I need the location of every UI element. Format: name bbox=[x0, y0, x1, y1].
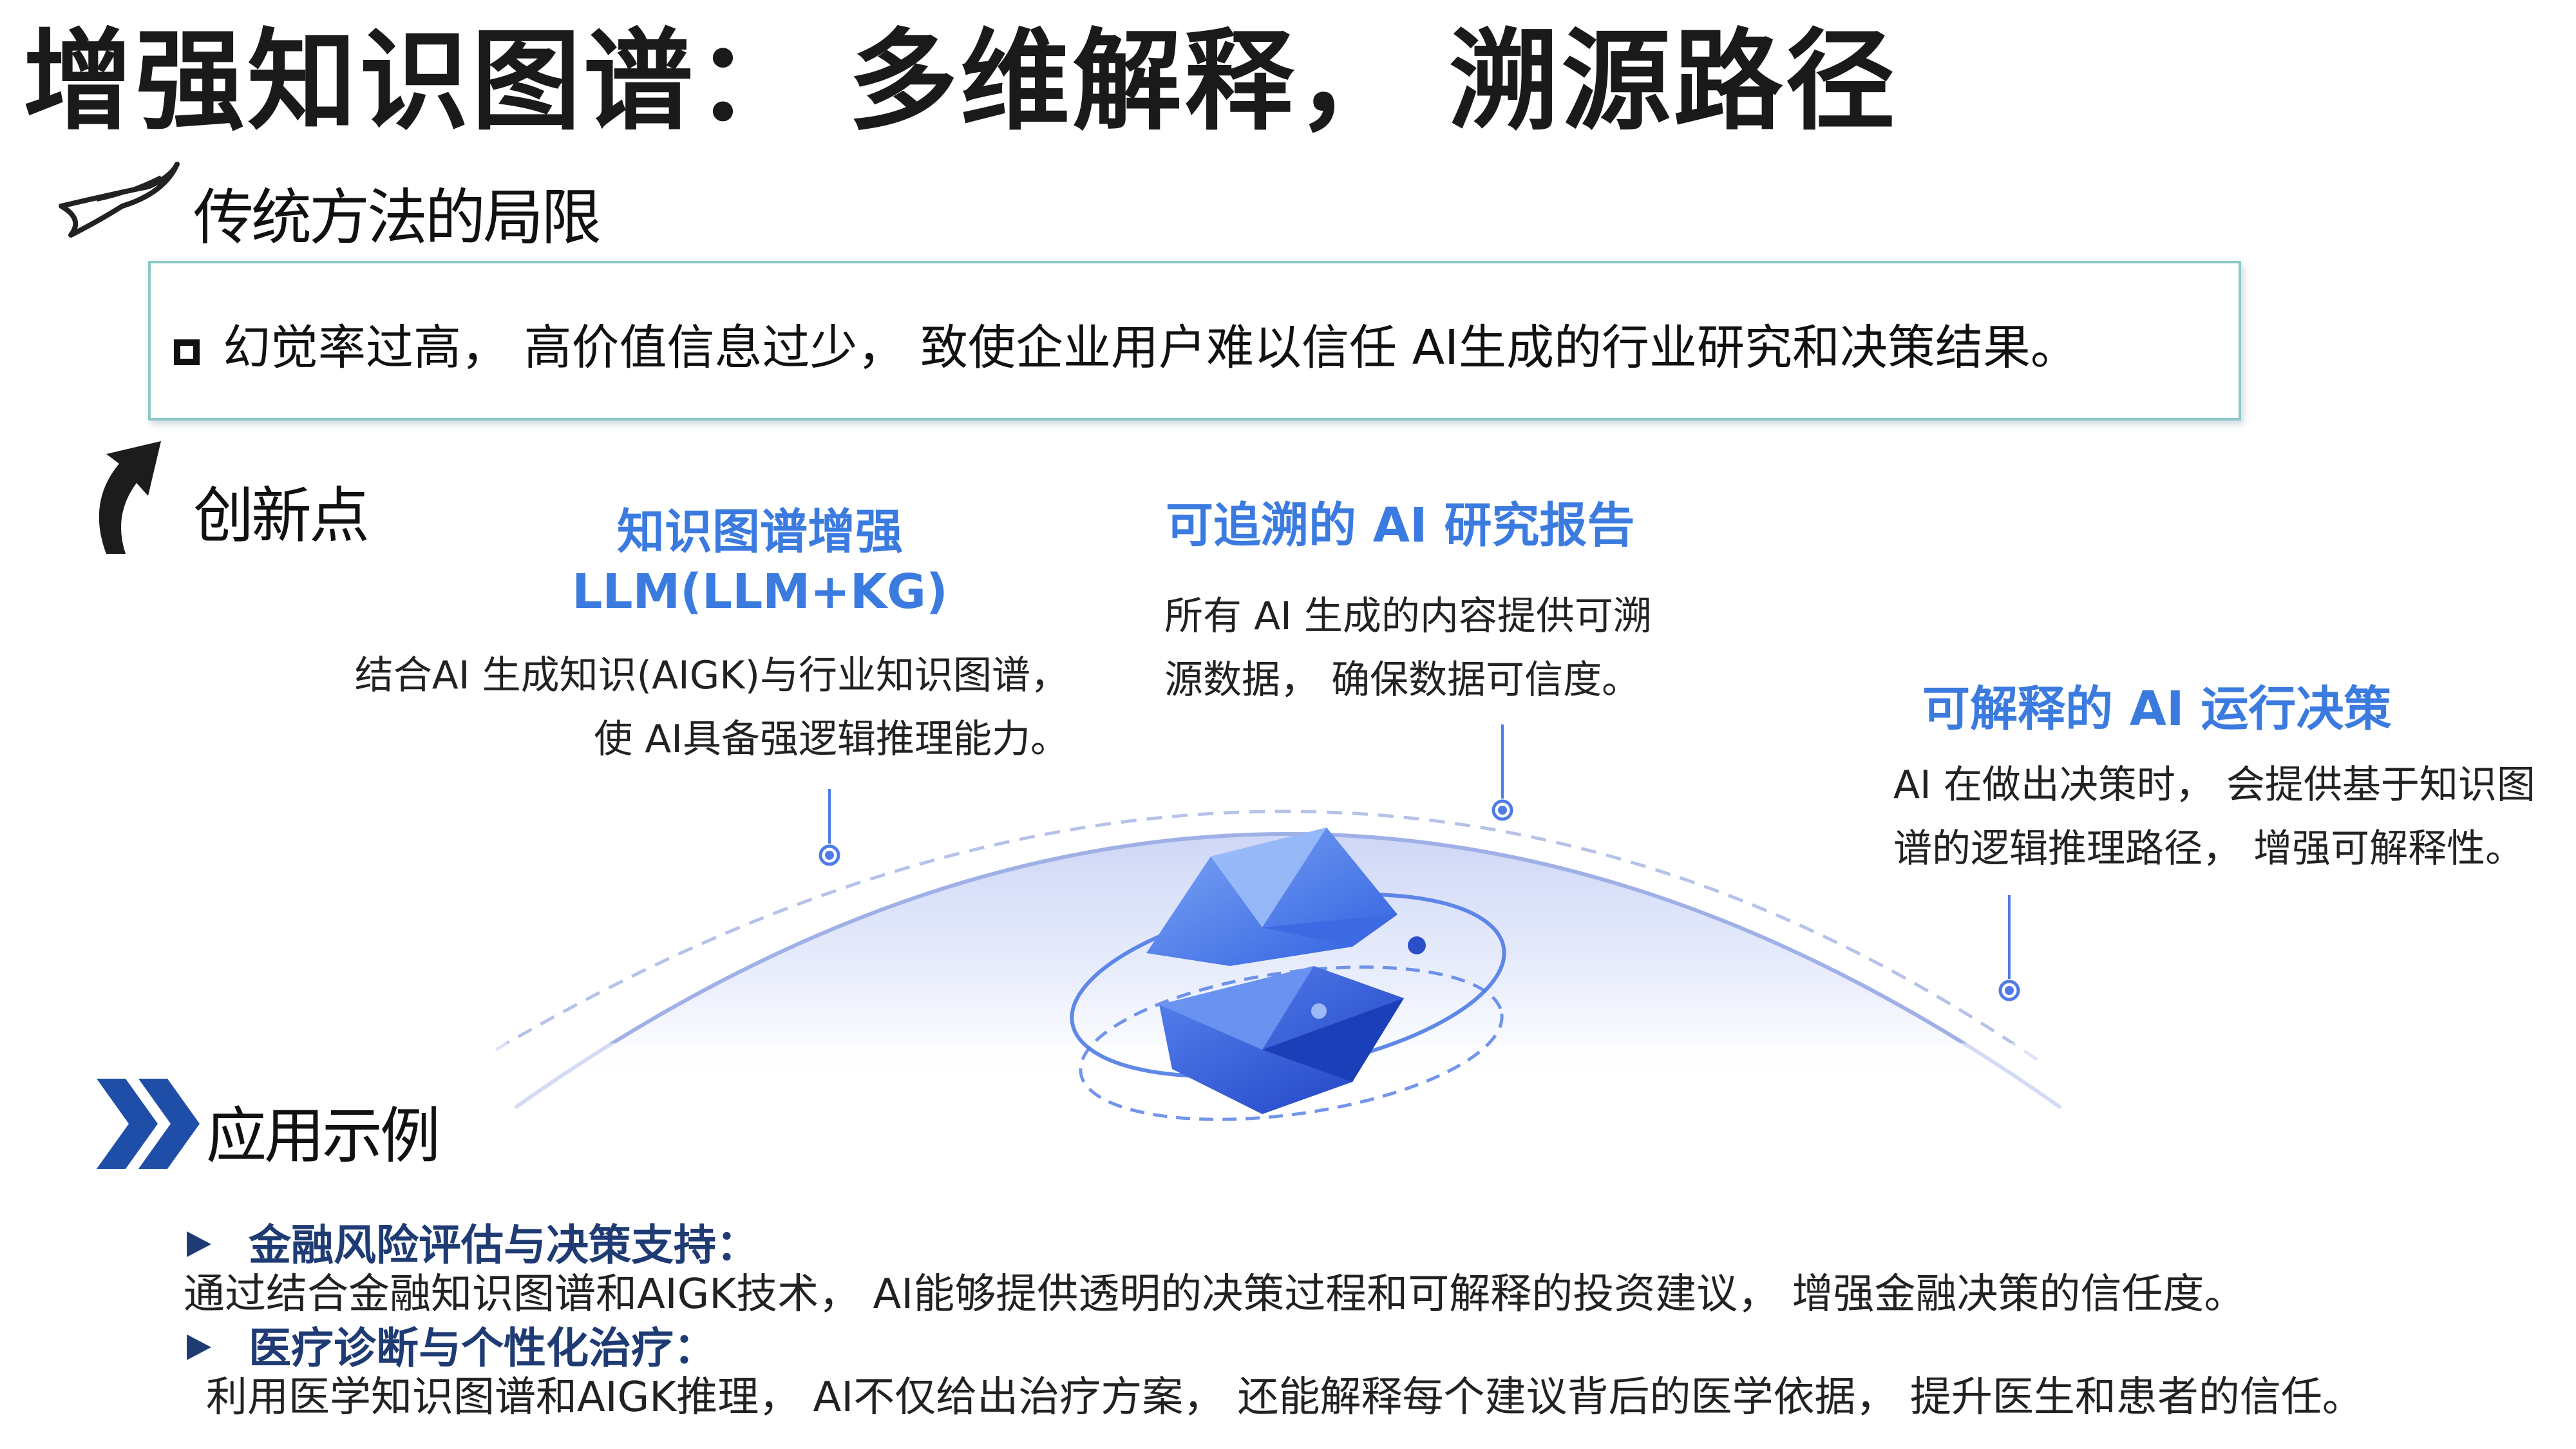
feature-1-title-line2: LLM(LLM+KG) bbox=[572, 564, 948, 620]
example-1-desc: 通过结合金融知识图谱和AIGK技术， AI能够提供透明的决策过程和可解释的投资建… bbox=[184, 1271, 2246, 1318]
feature-1-desc-line2: 使 AI具备强逻辑推理能力。 bbox=[594, 717, 1069, 762]
feature-1-title-line1: 知识图谱增强 bbox=[617, 504, 903, 560]
swoosh-arrow-icon bbox=[59, 162, 180, 238]
feature-1-desc: 结合AI 生成知识(AIGK)与行业知识图谱， 使 AI具备强逻辑推理能力。 bbox=[348, 644, 1069, 772]
section-label-innovation: 创新点 bbox=[193, 481, 370, 551]
feature-2-desc-line1: 所有 AI 生成的内容提供可溯 bbox=[1164, 594, 1652, 639]
limitations-text: 幻觉率过高， 高价值信息过少， 致使企业用户难以信任 AI生成的行业研究和决策结… bbox=[223, 320, 2079, 375]
feature-3-desc-line1: AI 在做出决策时， 会提供基于知识图 bbox=[1893, 762, 2535, 808]
double-chevron-icon bbox=[97, 1079, 200, 1169]
arrowhead-bullet-icon bbox=[187, 1231, 211, 1257]
feature-2-title: 可追溯的 AI 研究报告 bbox=[1166, 498, 1635, 553]
limitations-text-row: 幻觉率过高， 高价值信息过少， 致使企业用户难以信任 AI生成的行业研究和决策结… bbox=[174, 309, 2078, 378]
feature-3-title: 可解释的 AI 运行决策 bbox=[1922, 681, 2392, 737]
curved-arrow-icon bbox=[99, 441, 161, 554]
feature-1-desc-line1: 结合AI 生成知识(AIGK)与行业知识图谱， bbox=[354, 653, 1069, 698]
feature-3-desc-line2: 谱的逻辑推理路径， 增强可解释性。 bbox=[1893, 826, 2524, 871]
feature-2-desc-line2: 源数据， 确保数据可信度。 bbox=[1164, 658, 1641, 703]
feature-1-title: 知识图谱增强 LLM(LLM+KG) bbox=[567, 502, 953, 621]
feature-3-desc: AI 在做出决策时， 会提供基于知识图 谱的逻辑推理路径， 增强可解释性。 bbox=[1893, 753, 2535, 881]
square-bullet-icon bbox=[174, 339, 200, 365]
example-2-desc: 利用医学知识图谱和AIGK推理， AI不仅给出治疗方案， 还能解释每个建议背后的… bbox=[206, 1374, 2363, 1421]
arrowhead-bullet-icon bbox=[187, 1334, 211, 1360]
feature-2-desc: 所有 AI 生成的内容提供可溯 源数据， 确保数据可信度。 bbox=[1164, 585, 1652, 712]
section-label-limitations: 传统方法的局限 bbox=[193, 183, 601, 253]
section-label-examples: 应用示例 bbox=[206, 1101, 440, 1171]
